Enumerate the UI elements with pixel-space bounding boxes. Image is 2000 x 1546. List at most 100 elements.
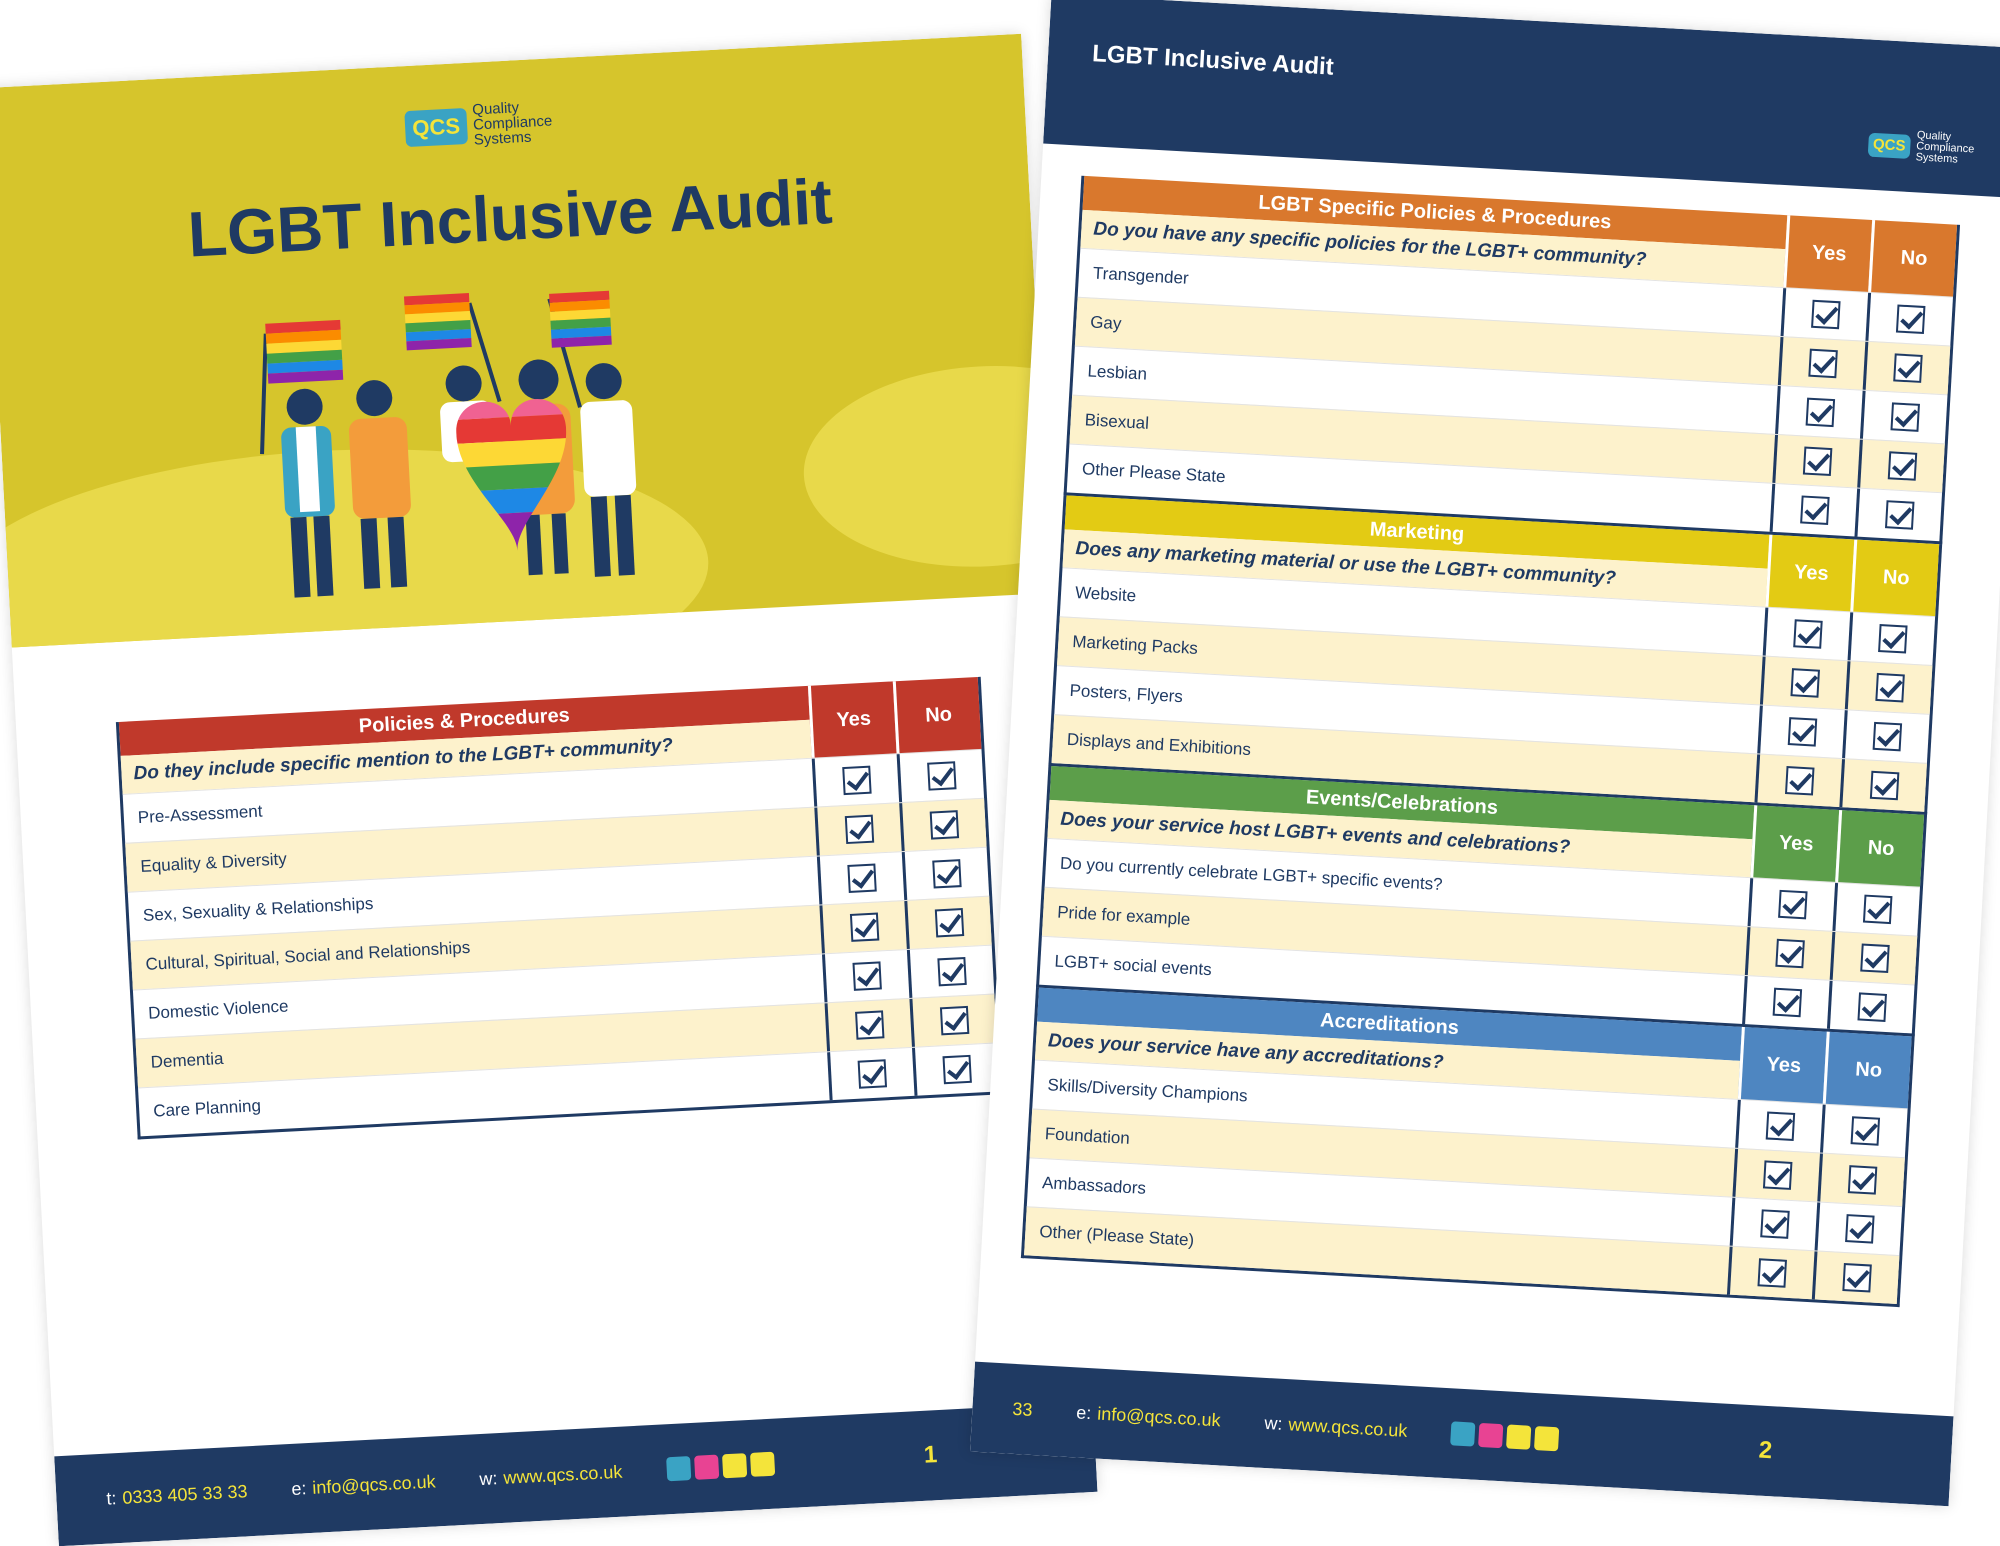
page-number: 1 <box>923 1441 938 1469</box>
social-icons <box>1450 1421 1560 1452</box>
yes-cell <box>1775 385 1863 439</box>
no-checkbox[interactable] <box>1862 894 1893 925</box>
yes-cell <box>814 803 902 856</box>
qcs-logo-mark: QCS <box>404 107 469 147</box>
no-checkbox[interactable] <box>1893 353 1923 383</box>
pride-people-illustration <box>260 290 637 598</box>
yes-checkbox[interactable] <box>842 765 872 796</box>
no-cell <box>1844 661 1933 714</box>
audit-page-1: QCS Quality Compliance Systems LGBT Incl… <box>0 33 1098 1546</box>
no-checkbox[interactable] <box>937 956 967 987</box>
no-checkbox[interactable] <box>1847 1165 1878 1195</box>
yes-cell <box>811 754 900 807</box>
yes-checkbox[interactable] <box>1784 766 1815 796</box>
yes-column-header: Yes <box>807 681 897 758</box>
no-checkbox[interactable] <box>1895 304 1926 335</box>
footer-email: e: info@qcs.co.uk <box>1076 1402 1221 1431</box>
yes-cell <box>1772 434 1860 488</box>
no-column-header: No <box>1868 219 1958 297</box>
no-cell <box>1854 488 1943 542</box>
no-checkbox[interactable] <box>939 1005 970 1036</box>
yes-checkbox[interactable] <box>1765 1111 1796 1142</box>
no-checkbox[interactable] <box>1887 451 1918 481</box>
website-link[interactable]: www.qcs.co.uk <box>1288 1414 1408 1441</box>
yes-checkbox[interactable] <box>1805 397 1836 428</box>
yes-cell <box>1754 754 1843 808</box>
yes-checkbox[interactable] <box>855 1010 885 1040</box>
policies-procedures-table: Policies & Procedures Do they include sp… <box>115 676 1003 1140</box>
yes-column-header: Yes <box>1737 1026 1827 1104</box>
yes-checkbox[interactable] <box>1808 348 1838 379</box>
yes-checkbox[interactable] <box>1772 987 1803 1018</box>
no-column-header: No <box>892 676 982 754</box>
yes-checkbox[interactable] <box>847 863 877 893</box>
person-figure <box>348 380 411 589</box>
yes-checkbox[interactable] <box>844 814 875 845</box>
yes-cell <box>819 901 907 954</box>
no-checkbox[interactable] <box>1890 402 1920 432</box>
yes-checkbox[interactable] <box>1790 668 1820 698</box>
facebook-icon[interactable] <box>1450 1421 1476 1447</box>
no-checkbox[interactable] <box>1850 1116 1881 1146</box>
email-link[interactable]: info@qcs.co.uk <box>1097 1403 1221 1430</box>
phone-label: t: <box>105 1487 117 1509</box>
yes-checkbox[interactable] <box>1811 299 1841 330</box>
no-checkbox[interactable] <box>927 761 957 791</box>
yes-cell <box>1780 288 1869 341</box>
no-cell <box>1842 710 1930 763</box>
linkedin-icon[interactable] <box>1506 1424 1532 1450</box>
no-checkbox[interactable] <box>1875 672 1905 703</box>
table-body: Pre-Assessment Equality & Diversity Sex, S… <box>122 748 1000 1137</box>
no-cell <box>896 749 985 803</box>
website-link[interactable]: www.qcs.co.uk <box>503 1461 623 1487</box>
email-link[interactable]: info@qcs.co.uk <box>312 1471 436 1497</box>
no-cell <box>1865 292 1953 346</box>
youtube-icon[interactable] <box>749 1451 775 1477</box>
qcs-logo-mark: QCS <box>1867 132 1911 159</box>
yes-checkbox[interactable] <box>1787 717 1818 747</box>
no-checkbox[interactable] <box>1878 623 1908 654</box>
phone-value[interactable]: 0333 405 33 33 <box>122 1481 248 1508</box>
yes-checkbox[interactable] <box>1757 1258 1787 1288</box>
yes-checkbox[interactable] <box>1802 446 1833 477</box>
yes-cell <box>1726 1246 1815 1300</box>
no-checkbox[interactable] <box>932 859 962 889</box>
no-checkbox[interactable] <box>942 1054 972 1085</box>
page-footer: 33 e: info@qcs.co.uk w: www.qcs.co.uk 2 <box>970 1361 1954 1507</box>
no-checkbox[interactable] <box>1857 992 1887 1022</box>
yes-checkbox[interactable] <box>857 1059 888 1089</box>
audit-section-table: Accreditations Does your service have any… <box>1020 987 1915 1308</box>
yes-checkbox[interactable] <box>1762 1160 1793 1190</box>
yes-checkbox[interactable] <box>849 912 880 942</box>
yes-checkbox[interactable] <box>1793 619 1823 649</box>
twitter-icon[interactable] <box>1478 1422 1504 1449</box>
yes-cell <box>1742 976 1830 1029</box>
page-header: LGBT Inclusive Audit QCS Quality Complia… <box>1043 0 2000 199</box>
no-checkbox[interactable] <box>1884 500 1915 530</box>
no-checkbox[interactable] <box>1845 1214 1875 1244</box>
no-checkbox[interactable] <box>934 908 965 938</box>
no-checkbox[interactable] <box>1872 721 1903 752</box>
no-cell <box>1826 980 1915 1034</box>
yes-checkbox[interactable] <box>1800 495 1830 525</box>
twitter-icon[interactable] <box>693 1454 719 1480</box>
facebook-icon[interactable] <box>665 1456 691 1482</box>
no-checkbox[interactable] <box>929 810 960 840</box>
no-cell <box>912 1043 1000 1096</box>
yes-cell <box>824 998 912 1052</box>
yes-cell <box>827 1047 915 1101</box>
yes-checkbox[interactable] <box>1775 938 1805 969</box>
footer-phone: 33 <box>1012 1398 1033 1420</box>
yes-checkbox[interactable] <box>852 961 882 991</box>
yes-checkbox[interactable] <box>1778 889 1808 920</box>
linkedin-icon[interactable] <box>721 1453 747 1479</box>
youtube-icon[interactable] <box>1534 1426 1560 1452</box>
no-checkbox[interactable] <box>1869 770 1900 801</box>
phone-value[interactable]: 33 <box>1012 1398 1033 1419</box>
no-checkbox[interactable] <box>1842 1262 1872 1293</box>
no-checkbox[interactable] <box>1860 943 1890 974</box>
footer-website: w: www.qcs.co.uk <box>1264 1412 1408 1441</box>
audit-sections: LGBT Specific Policies & Procedures Do yo… <box>1020 175 1961 1308</box>
no-cell <box>904 896 992 950</box>
yes-checkbox[interactable] <box>1760 1209 1790 1239</box>
